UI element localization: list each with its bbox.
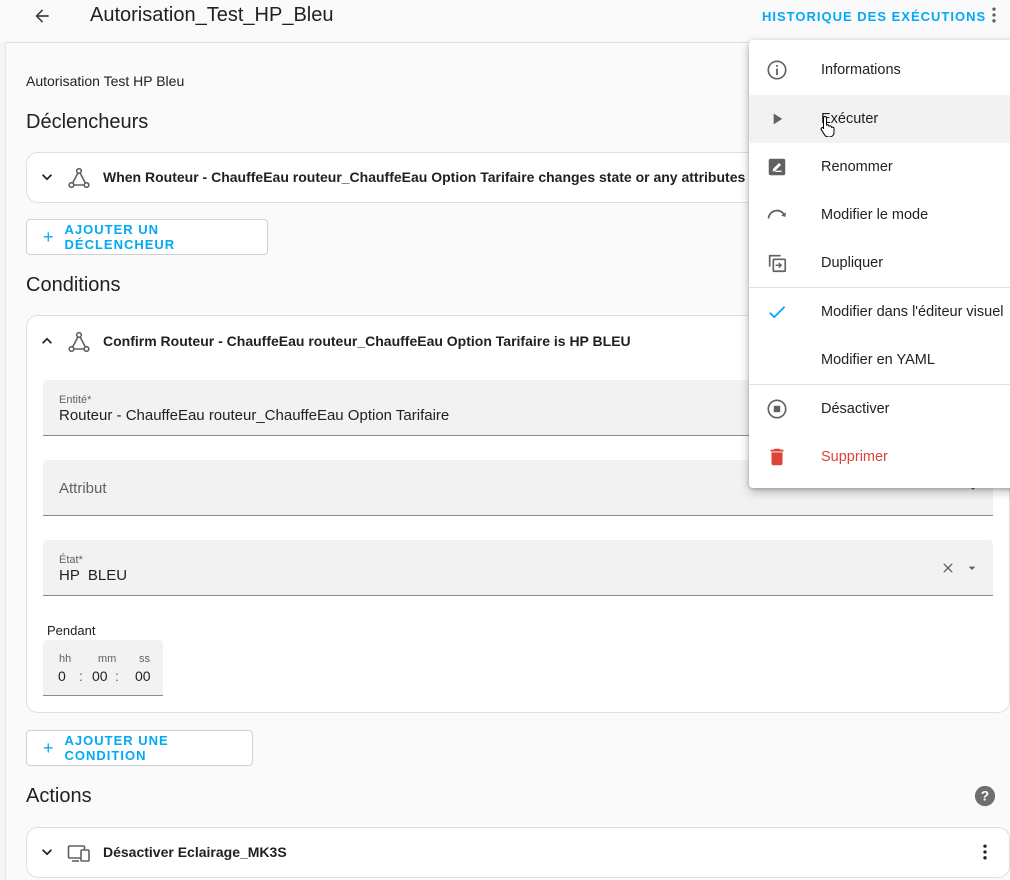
arrow-left-icon <box>35 9 49 23</box>
time-separator: : <box>79 668 83 684</box>
menu-item-disable[interactable]: Désactiver <box>749 385 1010 433</box>
state-field-value: HP BLEU <box>59 567 128 584</box>
condition-label: Confirm Routeur - ChauffeEau routeur_Cha… <box>103 333 631 349</box>
dots-vertical-icon <box>992 7 996 23</box>
expand-chevron[interactable] <box>37 167 57 187</box>
action-overflow-button[interactable] <box>975 842 995 867</box>
menu-item-rename[interactable]: Renommer <box>749 143 1010 191</box>
conditions-heading: Conditions <box>26 274 121 296</box>
state-field-label: État* <box>59 554 83 566</box>
chevron-down-icon <box>42 174 52 181</box>
seconds-value[interactable]: 00 <box>135 668 151 684</box>
menu-down-icon <box>968 566 976 570</box>
hours-label: hh <box>59 653 72 665</box>
add-trigger-button[interactable]: + AJOUTER UN DÉCLENCHEUR <box>26 219 268 255</box>
entity-field-label: Entité* <box>59 394 92 406</box>
trigger-state-icon <box>67 166 91 195</box>
menu-item-yaml[interactable]: Modifier en YAML <box>749 336 1010 384</box>
help-circle-icon: ? <box>974 785 996 807</box>
minutes-label: mm <box>98 653 117 665</box>
overflow-menu-button[interactable] <box>983 4 1005 26</box>
state-graph-icon <box>68 331 90 353</box>
menu-item-label: Supprimer <box>821 449 888 465</box>
duration-input[interactable]: hh mm ss 0 : 00 : 00 <box>43 640 163 696</box>
attribute-field-placeholder: Attribut <box>59 480 107 497</box>
plus-icon: + <box>43 738 55 758</box>
menu-item-informations[interactable]: Informations <box>749 46 1010 94</box>
menu-item-delete[interactable]: Supprimer <box>749 433 1010 481</box>
close-icon <box>943 563 953 573</box>
back-button[interactable] <box>28 2 56 30</box>
menu-item-label: Désactiver <box>821 401 890 417</box>
menu-item-label: Modifier le mode <box>821 207 929 223</box>
chevron-up-icon <box>42 337 52 344</box>
add-condition-button[interactable]: + AJOUTER UNE CONDITION <box>26 730 253 766</box>
overflow-menu: Informations Exécuter Renommer Modifier … <box>749 40 1010 488</box>
chevron-down-icon <box>42 849 52 856</box>
menu-item-label: Modifier dans l'éditeur visuel <box>821 304 1004 320</box>
minutes-value[interactable]: 00 <box>92 668 108 684</box>
state-graph-icon <box>68 167 90 189</box>
menu-item-label: Informations <box>821 62 901 78</box>
delete-icon <box>765 445 789 469</box>
condition-state-icon <box>67 330 91 359</box>
action-label: Désactiver Eclairage_MK3S <box>103 844 287 860</box>
hours-value[interactable]: 0 <box>58 668 66 684</box>
clear-state-button[interactable] <box>940 560 956 581</box>
action-card[interactable]: Désactiver Eclairage_MK3S <box>26 827 1010 878</box>
svg-text:?: ? <box>981 789 989 804</box>
menu-item-label: Modifier en YAML <box>821 352 935 368</box>
menu-item-label: Renommer <box>821 159 893 175</box>
duplicate-icon <box>765 251 789 275</box>
plus-icon: + <box>43 227 55 247</box>
time-separator: : <box>115 668 119 684</box>
menu-item-change-mode[interactable]: Modifier le mode <box>749 191 1010 239</box>
mouse-cursor-icon <box>820 115 838 142</box>
devices-icon <box>67 845 90 862</box>
menu-item-label: Dupliquer <box>821 255 884 271</box>
duration-label: Pendant <box>47 623 96 638</box>
rename-icon <box>765 155 789 179</box>
add-condition-label: AJOUTER UNE CONDITION <box>64 733 169 763</box>
play-icon <box>765 107 789 131</box>
seconds-label: ss <box>139 653 150 665</box>
page-title: Autorisation_Test_HP_Bleu <box>90 4 334 26</box>
menu-item-run[interactable]: Exécuter <box>749 95 1010 143</box>
entity-field-value: Routeur - ChauffeEau routeur_ChauffeEau … <box>59 407 450 424</box>
expand-chevron[interactable] <box>37 842 57 862</box>
info-icon <box>765 58 789 82</box>
state-dropdown-arrow[interactable] <box>964 560 980 581</box>
automation-description: Autorisation Test HP Bleu <box>26 73 185 89</box>
check-icon <box>765 300 789 324</box>
state-field[interactable]: État* HP BLEU <box>43 540 993 596</box>
trigger-label: When Routeur - ChauffeEau routeur_Chauff… <box>103 169 746 185</box>
menu-item-visual-editor[interactable]: Modifier dans l'éditeur visuel <box>749 288 1010 336</box>
add-trigger-label: AJOUTER UN DÉCLENCHEUR <box>64 222 176 252</box>
collapse-chevron[interactable] <box>37 331 57 351</box>
run-history-button[interactable]: HISTORIQUE DES EXÉCUTIONS <box>762 9 986 24</box>
stop-circle-icon <box>765 397 789 421</box>
triggers-heading: Déclencheurs <box>26 111 149 133</box>
actions-help-button[interactable]: ? <box>974 785 996 812</box>
menu-item-duplicate[interactable]: Dupliquer <box>749 239 1010 287</box>
sidebar-edge <box>0 42 6 880</box>
device-icon <box>67 841 91 870</box>
dots-vertical-icon <box>983 844 987 860</box>
actions-heading: Actions <box>26 785 92 807</box>
mode-icon <box>765 203 789 227</box>
